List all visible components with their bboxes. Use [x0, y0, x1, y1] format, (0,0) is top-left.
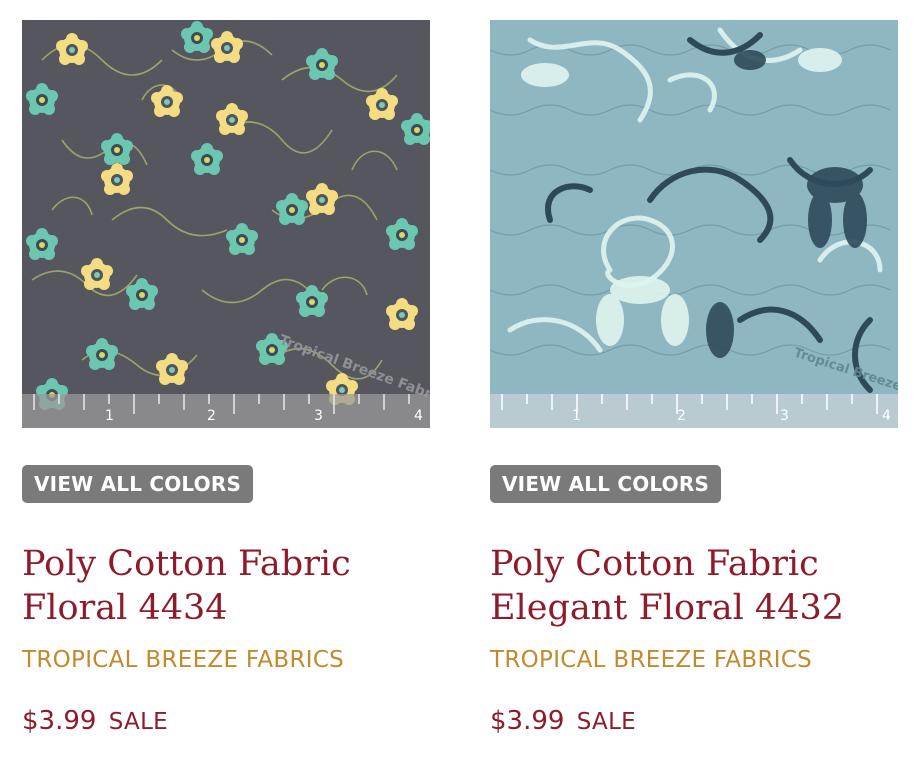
product-price: $3.99 SALE — [22, 704, 168, 739]
product-title[interactable]: Poly Cotton Fabric Floral 4434 — [22, 542, 432, 630]
product-vendor[interactable]: TROPICAL BREEZE FABRICS — [22, 645, 344, 675]
product-image-link[interactable]: Tropical Breeze Fabrics — [490, 20, 898, 428]
ruler-label: 2 — [207, 408, 216, 424]
product-image-link[interactable]: Tropical Breeze Fabrics — [22, 20, 430, 428]
ruler-label: 2 — [677, 408, 686, 424]
view-all-colors-button[interactable]: VIEW ALL COLORS — [22, 465, 254, 503]
product-grid: Tropical Breeze Fabrics 1 2 3 4 VIEW ALL… — [0, 0, 918, 766]
product-title-line: Poly Cotton Fabric — [22, 544, 351, 584]
ruler-label: 1 — [105, 408, 114, 424]
product-title-line: Elegant Floral 4432 — [490, 588, 844, 628]
ruler-label: 4 — [882, 408, 891, 424]
sale-label: SALE — [576, 709, 637, 735]
sale-label: SALE — [108, 709, 169, 735]
price-value: $3.99 — [490, 706, 565, 736]
ruler-label: 3 — [314, 408, 323, 424]
product-title[interactable]: Poly Cotton Fabric Elegant Floral 4432 — [490, 542, 900, 630]
fabric-swatch-image: Tropical Breeze Fabrics — [22, 20, 430, 428]
view-all-colors-button[interactable]: VIEW ALL COLORS — [490, 465, 722, 503]
ruler-label: 1 — [572, 408, 581, 424]
ruler-label: 4 — [414, 408, 423, 424]
product-price: $3.99 SALE — [490, 704, 636, 739]
product-vendor[interactable]: TROPICAL BREEZE FABRICS — [490, 645, 812, 675]
price-value: $3.99 — [22, 706, 97, 736]
product-title-line: Floral 4434 — [22, 588, 228, 628]
fabric-swatch-image: Tropical Breeze Fabrics — [490, 20, 898, 428]
product-title-line: Poly Cotton Fabric — [490, 544, 819, 584]
ruler-label: 3 — [780, 408, 789, 424]
